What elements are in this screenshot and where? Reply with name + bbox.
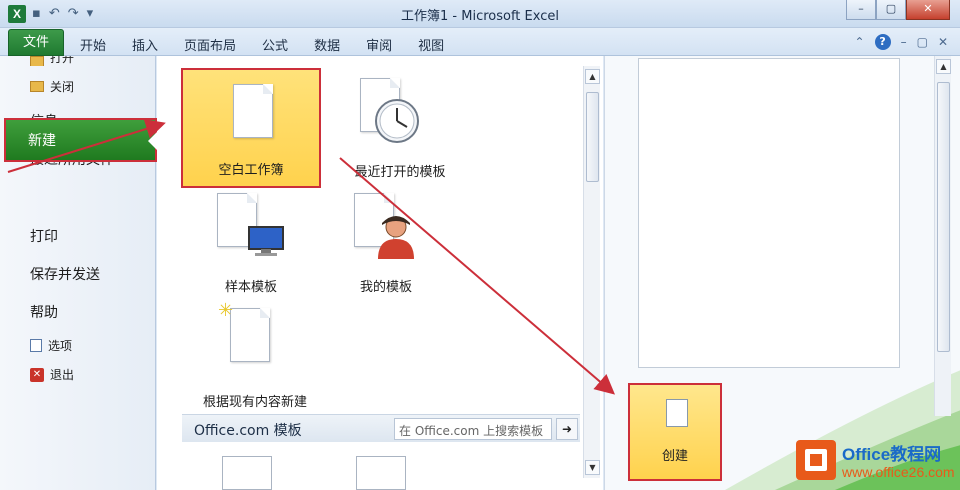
help-icon[interactable]: ? [874, 34, 891, 50]
tab-data[interactable]: 数据 [314, 35, 340, 54]
nav-print[interactable]: 打印 [30, 226, 58, 246]
sparkle-icon: ✳ [218, 300, 234, 321]
exit-icon: ✕ [30, 367, 44, 382]
ribbon-tab-row: 文件 开始 插入 页面布局 公式 数据 审阅 视图 ⌃ ? – ▢ ✕ [0, 28, 960, 56]
nav-help[interactable]: 帮助 [30, 302, 58, 322]
office-template-thumb-2[interactable] [356, 456, 406, 490]
template-mine[interactable]: 我的模板 [316, 183, 456, 303]
scroll-up-icon[interactable]: ▲ [585, 69, 600, 84]
nav-options-label: 选项 [48, 339, 73, 353]
template-mine-label: 我的模板 [359, 280, 412, 295]
template-from-existing[interactable]: ✳ 根据现有内容新建 [190, 298, 320, 418]
clock-icon [375, 99, 419, 143]
doc-minimize-icon[interactable]: – [901, 35, 907, 49]
tab-file[interactable]: 文件 [8, 29, 64, 56]
ribbon-right-controls: ⌃ ? – ▢ ✕ [855, 34, 948, 50]
preview-scrollbar[interactable]: ▲ [934, 56, 951, 416]
window-title: 工作簿1 - Microsoft Excel [401, 9, 559, 24]
doc-close-icon[interactable]: ✕ [938, 35, 948, 49]
nav-options[interactable]: 选项 [30, 337, 72, 354]
tab-view[interactable]: 视图 [418, 35, 444, 54]
nav-new-label: 新建 [28, 133, 56, 149]
office-com-title: Office.com 模板 [194, 423, 302, 439]
restore-button[interactable]: ▢ [876, 0, 906, 20]
nav-close[interactable]: 关闭 [30, 78, 74, 95]
create-button[interactable]: 创建 [628, 383, 722, 481]
nav-open-label: 打开 [50, 56, 75, 65]
nav-exit[interactable]: ✕ 退出 [30, 366, 74, 383]
person-icon [378, 216, 414, 259]
monitor-icon [248, 226, 284, 256]
template-preview [638, 58, 900, 368]
tab-insert[interactable]: 插入 [132, 35, 158, 54]
nav-new[interactable]: 新建 [4, 118, 157, 162]
minimize-button[interactable]: – [846, 0, 876, 20]
tab-review[interactable]: 审阅 [366, 35, 392, 54]
create-button-label: 创建 [661, 449, 688, 464]
template-from-existing-label: 根据现有内容新建 [202, 395, 307, 410]
tab-page-layout[interactable]: 页面布局 [184, 35, 236, 54]
watermark: Office教程网 www.office26.com [796, 436, 956, 486]
watermark-url: www.office26.com [842, 464, 955, 480]
template-recent-label: 最近打开的模板 [354, 165, 446, 180]
search-arrow-icon[interactable]: ➜ [556, 418, 578, 440]
scroll-thumb[interactable] [586, 92, 599, 182]
template-blank-workbook[interactable]: 空白工作簿 [181, 68, 321, 188]
nav-exit-label: 退出 [50, 368, 75, 382]
scroll-down-icon[interactable]: ▼ [585, 460, 600, 475]
template-sample[interactable]: 样本模板 [181, 183, 321, 303]
create-page-icon [666, 399, 688, 427]
window-controls: – ▢ ✕ [846, 0, 950, 20]
close-folder-icon [30, 81, 44, 92]
nav-save-send[interactable]: 保存并发送 [30, 264, 100, 284]
doc-restore-icon[interactable]: ▢ [917, 35, 928, 49]
ribbon-tabs: 开始 插入 页面布局 公式 数据 审阅 视图 [80, 35, 470, 54]
close-button[interactable]: ✕ [906, 0, 950, 20]
template-blank-label: 空白工作簿 [218, 163, 284, 178]
active-notch [148, 132, 157, 150]
template-recent[interactable]: 最近打开的模板 [330, 68, 470, 188]
title-bar: X ▪ ↶ ↷ ▾ 工作簿1 - Microsoft Excel – ▢ ✕ [0, 0, 960, 28]
office-logo-icon [796, 440, 836, 480]
tab-home[interactable]: 开始 [80, 35, 106, 54]
templates-scrollbar[interactable]: ▲ ▼ [583, 66, 600, 478]
from-existing-page-icon [230, 308, 270, 362]
tab-formulas[interactable]: 公式 [262, 35, 288, 54]
watermark-title: Office教程网 [842, 445, 942, 464]
preview-scroll-thumb[interactable] [937, 82, 950, 352]
preview-scroll-up-icon[interactable]: ▲ [936, 59, 951, 74]
nav-close-label: 关闭 [50, 80, 75, 94]
blank-page-icon [233, 84, 273, 138]
nav-open[interactable]: 打开 [30, 56, 74, 66]
minimize-ribbon-icon[interactable]: ⌃ [855, 35, 865, 49]
office-com-search-input[interactable]: 在 Office.com 上搜索模板 [394, 418, 552, 440]
office-template-thumb-1[interactable] [222, 456, 272, 490]
open-folder-icon [30, 56, 44, 66]
options-icon [30, 339, 42, 352]
template-sample-label: 样本模板 [224, 280, 277, 295]
office-com-section: Office.com 模板 在 Office.com 上搜索模板 ➜ [182, 414, 580, 442]
